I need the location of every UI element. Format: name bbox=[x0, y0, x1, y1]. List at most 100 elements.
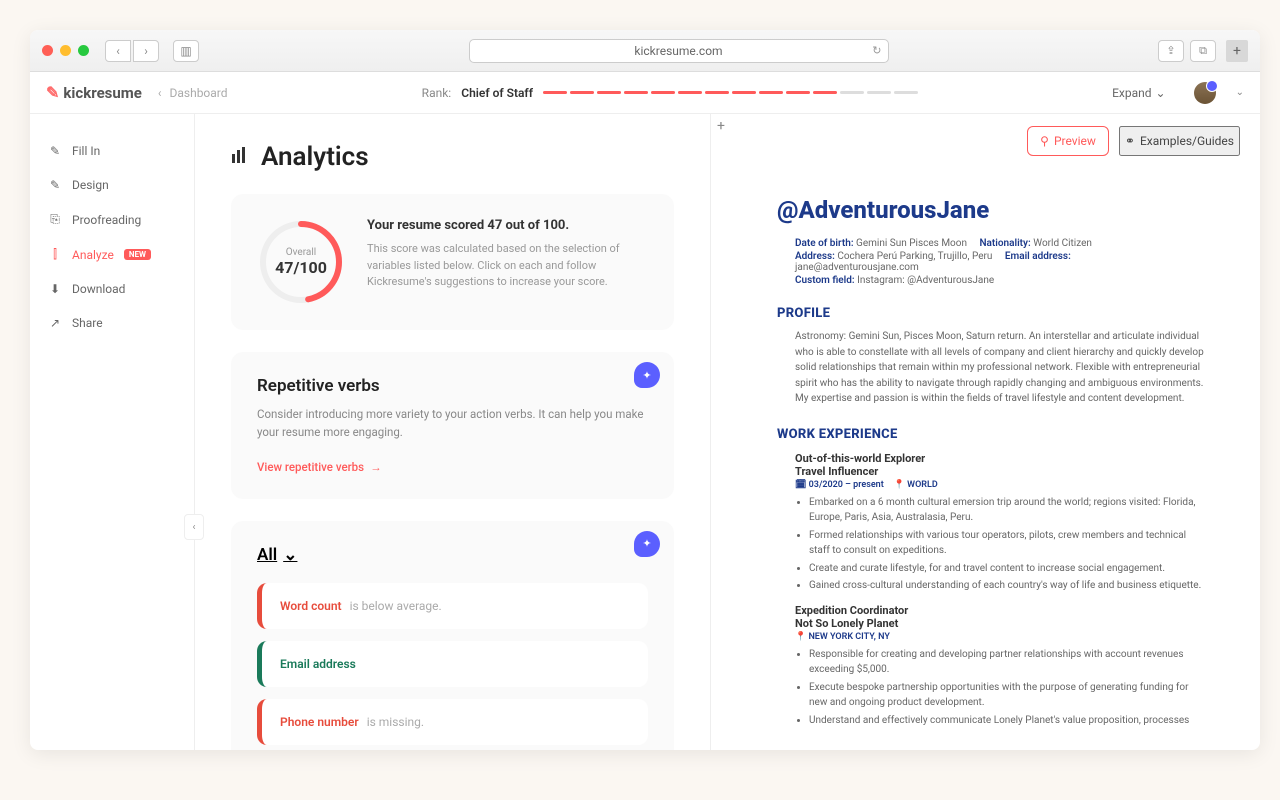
profile-heading: PROFILE bbox=[777, 306, 1204, 321]
analytics-pane: Analytics Overall 47/100 Your resume sco… bbox=[195, 114, 710, 750]
sidebar-item-share[interactable]: ↗ Share bbox=[30, 306, 194, 340]
chevron-down-icon: ⌄ bbox=[1156, 86, 1166, 100]
share-icon[interactable]: ⇪ bbox=[1158, 40, 1184, 62]
forward-button[interactable]: › bbox=[133, 40, 159, 62]
view-repetitive-link[interactable]: View repetitive verbs → bbox=[257, 460, 382, 474]
examples-button[interactable]: ⚭ Examples/Guides bbox=[1119, 126, 1240, 156]
meta-row: Custom field: Instagram: @AdventurousJan… bbox=[795, 275, 1204, 286]
preview-button[interactable]: ⚲ Preview bbox=[1027, 126, 1109, 156]
sidebar-item-proofreading[interactable]: ⎘Proofreading bbox=[30, 202, 194, 237]
score-gauge: Overall 47/100 bbox=[257, 218, 345, 306]
filter-label: All bbox=[257, 545, 277, 565]
bullet: Understand and effectively communicate L… bbox=[809, 713, 1204, 731]
design-icon: ✎ bbox=[48, 178, 62, 192]
collapse-sidebar-button[interactable]: ‹ bbox=[184, 514, 204, 540]
issues-card: ✦ All ⌄ Word count is below average. Email… bbox=[231, 521, 674, 750]
sidebar-item-design[interactable]: ✎Design bbox=[30, 168, 194, 202]
traffic-lights bbox=[42, 45, 89, 56]
job-title: Out-of-this-world Explorer bbox=[777, 452, 1204, 465]
repetitive-title: Repetitive verbs bbox=[257, 376, 648, 396]
add-tab-button[interactable]: + bbox=[717, 118, 725, 134]
calendar-icon: 🗓 03/2020 – present bbox=[795, 480, 884, 490]
new-badge: NEW bbox=[124, 249, 151, 260]
bullet: Responsible for creating and developing … bbox=[809, 647, 1204, 678]
resume-document: @AdventurousJane Date of birth: Gemini S… bbox=[741, 168, 1240, 730]
star-badge-icon[interactable]: ✦ bbox=[634, 362, 660, 388]
chevron-left-icon: ‹ bbox=[158, 86, 162, 100]
sidebar-item-download[interactable]: ⬇ Download bbox=[30, 272, 194, 306]
location-icon: 📍 WORLD bbox=[894, 480, 938, 490]
sidebar-item-label: Fill In bbox=[72, 144, 100, 158]
preview-pane: + ⚲ Preview ⚭ Examples/Guides @Adventuro… bbox=[710, 114, 1260, 750]
chevron-down-icon: ⌄ bbox=[283, 545, 297, 565]
profile-text: Astronomy: Gemini Sun, Pisces Moon, Satu… bbox=[777, 329, 1204, 407]
share-icon: ↗ bbox=[48, 316, 62, 330]
app-body: ✎Fill In✎Design⎘Proofreading⫿AnalyzeNEW⬇… bbox=[30, 114, 1260, 750]
issue-msg: is below average. bbox=[350, 599, 442, 613]
sidebar-item-analyze[interactable]: ⫿AnalyzeNEW bbox=[30, 237, 194, 272]
url-text: kickresume.com bbox=[634, 44, 722, 58]
issue-key: Phone number bbox=[280, 715, 359, 729]
account-chevron-icon[interactable]: ⌄ bbox=[1236, 87, 1244, 98]
issue-row[interactable]: Word count is below average. bbox=[257, 583, 648, 629]
job-title: Expedition Coordinator bbox=[777, 604, 1204, 617]
sidebar-item-fill-in[interactable]: ✎ Fill In bbox=[30, 134, 194, 168]
job-entry: Out-of-this-world Explorer Travel Influe… bbox=[777, 452, 1204, 594]
preview-toolbar: ⚲ Preview ⚭ Examples/Guides bbox=[711, 114, 1260, 168]
refresh-icon[interactable]: ↻ bbox=[872, 44, 881, 57]
sidebar-item-label: Download bbox=[72, 282, 125, 296]
logo-text: kickresume bbox=[63, 84, 141, 102]
new-tab-button[interactable]: + bbox=[1226, 40, 1248, 62]
meta-row: Address: Cochera Perú Parking, Trujillo,… bbox=[795, 251, 1204, 273]
score-text: Your resume scored 47 out of 100. This s… bbox=[367, 218, 648, 291]
issue-key: Email address bbox=[280, 657, 356, 671]
app: ✎ kickresume ‹ Dashboard Rank: Chief of … bbox=[30, 72, 1260, 750]
rank-label: Rank: bbox=[422, 86, 452, 100]
issue-row[interactable]: Email address bbox=[257, 641, 648, 687]
avatar[interactable] bbox=[1194, 82, 1216, 104]
location-icon: 📍 NEW YORK CITY, NY bbox=[795, 632, 890, 642]
bullet: Execute bespoke partnership opportunitie… bbox=[809, 680, 1204, 711]
page-title-text: Analytics bbox=[261, 142, 369, 172]
rank-value: Chief of Staff bbox=[461, 86, 533, 100]
score-card: Overall 47/100 Your resume scored 47 out… bbox=[231, 194, 674, 330]
url-bar[interactable]: kickresume.com ↻ bbox=[469, 39, 889, 63]
expand-button[interactable]: Expand ⌄ bbox=[1112, 86, 1166, 100]
proofreading-icon: ⎘ bbox=[48, 212, 62, 227]
sidebar-toggle-icon[interactable]: ▥ bbox=[173, 40, 199, 62]
bullet: Formed relationships with various tour o… bbox=[809, 528, 1204, 559]
fill in-icon: ✎ bbox=[48, 144, 62, 158]
breadcrumb[interactable]: ‹ Dashboard bbox=[158, 86, 228, 100]
issue-key: Word count bbox=[280, 599, 342, 613]
app-header: ✎ kickresume ‹ Dashboard Rank: Chief of … bbox=[30, 72, 1260, 114]
arrow-right-icon: → bbox=[370, 460, 382, 474]
breadcrumb-label: Dashboard bbox=[169, 86, 227, 100]
tabs-icon[interactable]: ⧉ bbox=[1190, 40, 1216, 62]
resume-name: @AdventurousJane bbox=[777, 196, 1204, 224]
logo-icon: ✎ bbox=[46, 83, 59, 102]
job-meta: 🗓 03/2020 – present 📍 WORLD bbox=[777, 480, 1204, 490]
browser-window: ‹ › ▥ kickresume.com ↻ ⇪ ⧉ + ✎ kickresum… bbox=[30, 30, 1260, 750]
overall-value: 47/100 bbox=[275, 258, 327, 277]
rank-widget: Rank: Chief of Staff bbox=[422, 86, 918, 100]
chrome-right: ⇪ ⧉ + bbox=[1158, 40, 1248, 62]
filter-dropdown[interactable]: All ⌄ bbox=[257, 545, 648, 565]
star-badge-icon[interactable]: ✦ bbox=[634, 531, 660, 557]
bar-chart-icon bbox=[231, 146, 249, 169]
job-bullets: Responsible for creating and developing … bbox=[777, 647, 1204, 731]
overall-label: Overall bbox=[286, 247, 316, 258]
issue-row[interactable]: Phone numberis missing. bbox=[257, 699, 648, 745]
nav-back-forward: ‹ › bbox=[105, 40, 159, 62]
minimize-window-icon[interactable] bbox=[60, 45, 71, 56]
analyze-icon: ⫿ bbox=[48, 247, 62, 262]
download-icon: ⬇ bbox=[48, 282, 62, 296]
job-bullets: Embarked on a 6 month cultural emersion … bbox=[777, 495, 1204, 594]
logo[interactable]: ✎ kickresume bbox=[46, 83, 142, 102]
maximize-window-icon[interactable] bbox=[78, 45, 89, 56]
sidebar-item-label: Share bbox=[72, 316, 103, 330]
score-headline: Your resume scored 47 out of 100. bbox=[367, 218, 648, 233]
work-heading: WORK EXPERIENCE bbox=[777, 427, 1204, 442]
close-window-icon[interactable] bbox=[42, 45, 53, 56]
back-button[interactable]: ‹ bbox=[105, 40, 131, 62]
job-entry: Expedition Coordinator Not So Lonely Pla… bbox=[777, 604, 1204, 731]
